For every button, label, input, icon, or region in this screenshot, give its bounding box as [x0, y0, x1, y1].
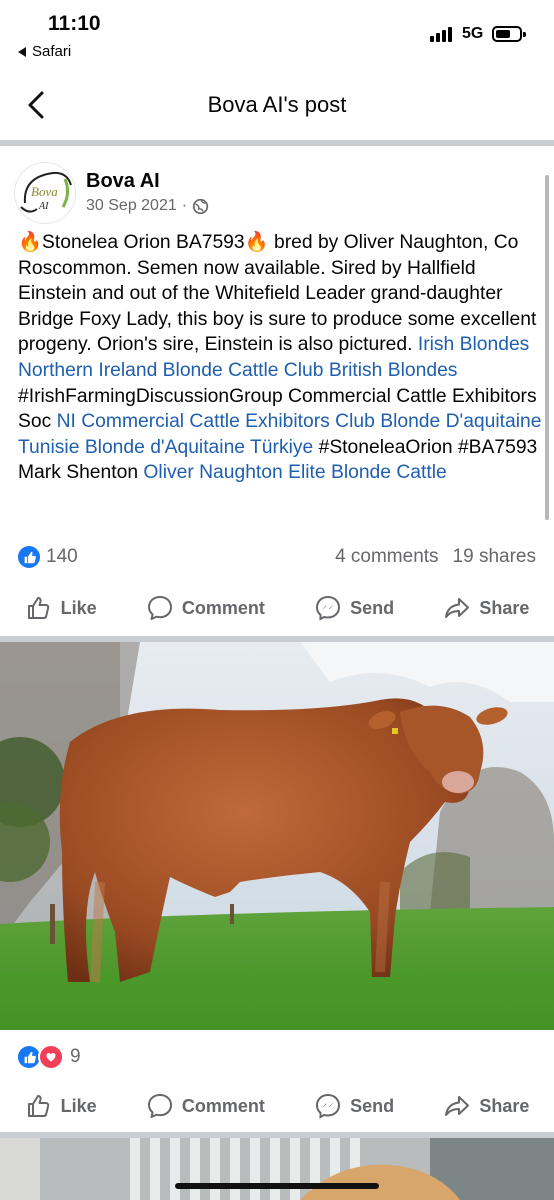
tag-link[interactable]: Elite Blonde Cattle: [288, 462, 447, 483]
tag-link[interactable]: Oliver Naughton: [143, 462, 282, 483]
scrollbar[interactable]: [545, 175, 549, 520]
page-title: Bova AI's post: [207, 92, 347, 117]
tag-link[interactable]: Irish Blondes: [418, 334, 529, 355]
like-button[interactable]: Like: [25, 1092, 97, 1120]
tag-link[interactable]: Blonde d'Aquitaine Türkiye: [85, 437, 313, 458]
reaction-count: 140: [46, 546, 78, 567]
post-text: 🔥Stonelea Orion BA7593🔥 bred by Oliver N…: [18, 230, 544, 486]
bova-logo-icon: Bova AI: [20, 171, 72, 213]
tag-link[interactable]: Northern Ireland Blonde Cattle Club: [18, 360, 323, 381]
post-photo[interactable]: [0, 642, 554, 1030]
comment-label: Comment: [181, 1095, 265, 1116]
avatar[interactable]: Bova AI: [14, 162, 76, 224]
photo-action-bar: Like Comment Send Share: [0, 1086, 554, 1126]
love-reaction-icon: [38, 1044, 64, 1070]
svg-text:Bova: Bova: [31, 184, 58, 199]
globe-icon: [192, 198, 209, 214]
share-button[interactable]: Share: [443, 594, 529, 622]
post-author[interactable]: Bova AI: [86, 170, 160, 193]
post-meta: 30 Sep 2021 ·: [86, 197, 209, 215]
network-label: 5G: [462, 25, 484, 42]
like-button[interactable]: Like: [25, 594, 97, 622]
share-arrow-icon: [445, 598, 470, 618]
second-photo-image: [0, 1138, 554, 1200]
status-bar: 11:10 Safari 5G: [0, 0, 554, 70]
comment-button[interactable]: Comment: [146, 594, 265, 622]
comment-icon: [147, 1094, 172, 1118]
share-button[interactable]: Share: [443, 1092, 529, 1120]
share-label: Share: [479, 597, 530, 618]
back-app-label: Safari: [32, 43, 72, 60]
comment-label: Comment: [181, 597, 265, 618]
meta-separator: ·: [181, 197, 188, 214]
photo-reaction-count: 9: [70, 1046, 81, 1067]
tag-link[interactable]: British Blondes: [329, 360, 458, 381]
photo-reaction-summary[interactable]: 9: [18, 1044, 81, 1070]
post-photo[interactable]: [0, 1138, 554, 1200]
post-date[interactable]: 30 Sep 2021: [86, 197, 177, 215]
reaction-summary[interactable]: 140: [18, 546, 78, 568]
send-label: Send: [350, 1095, 395, 1116]
thumbs-up-icon: [27, 1095, 49, 1117]
comment-icon: [147, 596, 172, 620]
tag-link[interactable]: NI Commercial Cattle Exhibitors Club: [57, 411, 375, 432]
post-action-bar: Like Comment Send Share: [0, 588, 554, 628]
home-indicator[interactable]: [175, 1183, 379, 1189]
like-label: Like: [60, 1095, 97, 1116]
status-time: 11:10: [48, 12, 101, 35]
share-arrow-icon: [445, 1096, 470, 1116]
post-text-part: Stonelea Orion BA7593: [42, 232, 245, 253]
send-button[interactable]: Send: [314, 594, 394, 622]
like-label: Like: [60, 597, 97, 618]
engagement-counts: 4 comments 19 shares: [335, 546, 536, 568]
fire-icon: 🔥: [244, 232, 269, 253]
svg-text:AI: AI: [38, 201, 49, 212]
comment-button[interactable]: Comment: [146, 1092, 265, 1120]
page-header: Bova AI's post: [0, 70, 554, 140]
share-label: Share: [479, 1095, 530, 1116]
fire-icon: 🔥: [18, 232, 43, 253]
bull-photo-image: [0, 642, 554, 1030]
battery-icon: [492, 26, 526, 42]
messenger-icon: [316, 595, 341, 621]
messenger-icon: [316, 1093, 341, 1119]
send-button[interactable]: Send: [314, 1092, 394, 1120]
comments-count[interactable]: 4 comments: [335, 546, 438, 568]
shares-count[interactable]: 19 shares: [453, 546, 536, 568]
like-reaction-icon: [18, 1046, 40, 1068]
thumbs-up-icon: [27, 597, 49, 619]
back-triangle-icon: [18, 46, 26, 57]
like-reaction-icon: [18, 546, 40, 568]
divider: [0, 140, 554, 146]
back-to-safari[interactable]: Safari: [18, 43, 71, 60]
signal-icon: [430, 27, 452, 42]
send-label: Send: [350, 597, 395, 618]
